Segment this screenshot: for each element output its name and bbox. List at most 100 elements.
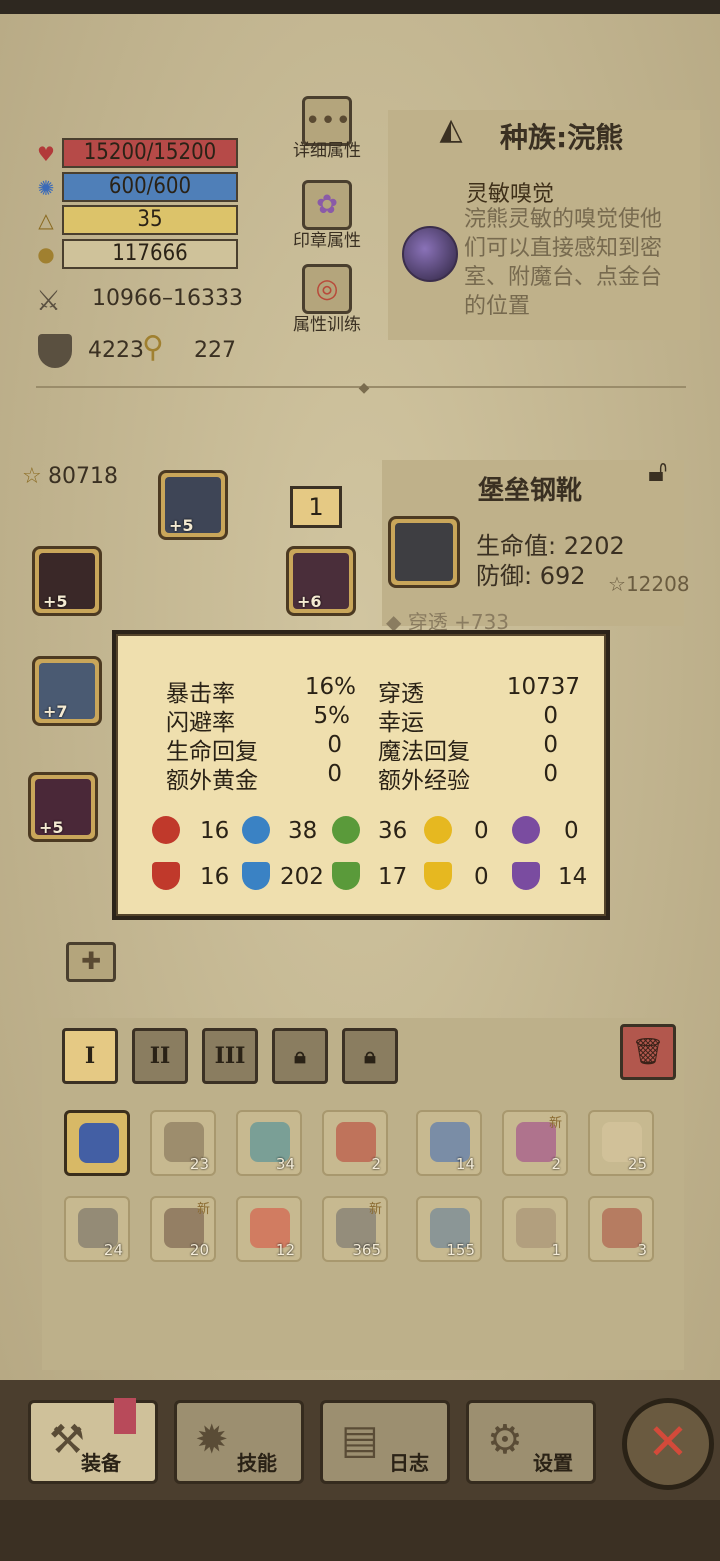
extra-gold-value: 0	[327, 761, 342, 787]
water-attack-icon	[242, 816, 270, 844]
attribute-popup[interactable]: 暴击率 16% 穿透 10737 闪避率 5% 幸运 0 生命回复 0 魔法回复…	[112, 630, 610, 920]
bookmark-ribbon	[114, 1398, 136, 1434]
dots-icon: •••	[305, 106, 352, 136]
item-title: 堡垒钢靴	[477, 476, 582, 506]
trash-button[interactable]: 🗑︎	[620, 1024, 676, 1080]
water-resist-value: 202	[280, 864, 324, 890]
level-value: 35	[137, 207, 163, 232]
attribute-training-label: 属性训练	[293, 315, 361, 335]
inventory-slot[interactable]: 1	[502, 1196, 568, 1262]
close-icon: ✕	[647, 1413, 689, 1471]
helmet-level: +5	[169, 516, 194, 535]
item-count: 365	[352, 1241, 381, 1259]
close-button[interactable]: ✕	[622, 1398, 714, 1490]
item-count: 3	[637, 1241, 647, 1259]
lock-icon: 🔒︎	[364, 1043, 376, 1069]
inventory-slot[interactable]: 25	[588, 1110, 654, 1176]
inventory-tab-3[interactable]: III	[202, 1028, 258, 1084]
item-count: 14	[455, 1155, 475, 1173]
armor-slot[interactable]: +5	[28, 772, 98, 842]
hp-bar: 15200/15200	[62, 138, 238, 168]
inventory-slot[interactable]	[64, 1110, 130, 1176]
mp-bar: 600/600	[62, 172, 238, 202]
weapon-slot[interactable]: +7	[32, 656, 102, 726]
dark-resist-value: 14	[558, 864, 588, 890]
dark-resist-icon	[512, 862, 540, 890]
item-count: 34	[275, 1155, 295, 1173]
inventory-tab-locked-1[interactable]: 🔒︎	[272, 1028, 328, 1084]
inventory-tab-1[interactable]: I	[62, 1028, 118, 1084]
dark-attack-icon	[512, 816, 540, 844]
nav-settings-button[interactable]: ⚙ 设置	[466, 1400, 596, 1484]
inventory-slot[interactable]: 23	[150, 1110, 216, 1176]
hp-value: 15200/15200	[83, 140, 217, 165]
water-resist-icon	[242, 862, 270, 890]
inventory-tab-2[interactable]: II	[132, 1028, 188, 1084]
trait-name: 灵敏嗅觉	[466, 182, 555, 207]
trait-description: 浣熊灵敏的嗅觉使他们可以直接感知到密室、附魔台、点金台的位置	[464, 207, 663, 319]
raccoon-trait-icon[interactable]	[402, 226, 458, 282]
item-score: ☆12208	[608, 572, 690, 596]
shield-icon	[38, 334, 72, 368]
weapon-level: +7	[43, 702, 68, 721]
inventory-slot[interactable]: 34	[236, 1110, 302, 1176]
inventory-slot[interactable]: 12	[236, 1196, 302, 1262]
divider-ornament: ◆	[358, 380, 370, 396]
nav-log-button[interactable]: ▤ 日志	[320, 1400, 450, 1484]
light-attack-icon	[424, 816, 452, 844]
axe-icon: ⚒	[49, 1417, 85, 1463]
steel-boots-icon	[395, 523, 453, 581]
nav-equip-label: 装备	[81, 1451, 121, 1475]
inventory-slot[interactable]: 2	[322, 1110, 388, 1176]
item-count: 24	[103, 1241, 123, 1259]
inventory-tab-locked-2[interactable]: 🔒︎	[342, 1028, 398, 1084]
nav-skill-button[interactable]: ✹ 技能	[174, 1400, 304, 1484]
helmet-slot[interactable]: +5	[158, 470, 228, 540]
fire-attack-value: 16	[200, 818, 230, 844]
red-potion-icon	[336, 1122, 376, 1162]
fire-resist-value: 16	[200, 864, 230, 890]
luck-value: 0	[543, 703, 558, 729]
equipped-helmet-icon	[79, 1123, 119, 1163]
cloak-slot[interactable]: +5	[32, 546, 102, 616]
inventory-slot[interactable]: 3	[588, 1196, 654, 1262]
item-defense: 防御: 692	[476, 562, 586, 590]
unlock-icon[interactable]: 🔓︎	[648, 454, 667, 489]
attack-sep: –	[162, 286, 173, 311]
mp-value: 600/600	[108, 174, 192, 199]
inventory-slot[interactable]: 155	[416, 1196, 482, 1262]
hp-regen-value: 0	[327, 732, 342, 758]
gold-value: 117666	[112, 241, 188, 266]
raccoon-icon: ◭	[439, 112, 463, 147]
inventory-slot[interactable]: 新2	[502, 1110, 568, 1176]
slot-number-badge[interactable]: 1	[290, 486, 342, 528]
inventory-slot[interactable]: 新 20	[150, 1196, 216, 1262]
item-count: 155	[446, 1241, 475, 1259]
item-count: 1	[551, 1241, 561, 1259]
cloak-level: +5	[43, 592, 68, 611]
new-badge: 新	[196, 1202, 210, 1217]
fire-attack-icon	[152, 816, 180, 844]
bottom-strap	[0, 1500, 720, 1561]
inventory-slot[interactable]: 24	[64, 1196, 130, 1262]
wind-resist-value: 17	[378, 864, 408, 890]
nav-log-label: 日志	[389, 1451, 429, 1475]
nav-equip-button[interactable]: ⚒ 装备	[28, 1400, 158, 1484]
inventory-slot[interactable]: 新 365	[322, 1196, 388, 1262]
add-slot-button[interactable]: ✚	[66, 942, 116, 982]
attribute-training-button[interactable]: ◎	[302, 264, 352, 314]
flower-icon: ✿	[316, 190, 338, 220]
lock-icon: 🔒︎	[294, 1043, 306, 1069]
attack-min: 10966	[92, 286, 162, 311]
extra-gold-label: 额外黄金	[166, 768, 258, 794]
mana-icon: ✺	[37, 176, 55, 200]
item-icon-frame	[388, 516, 460, 588]
top-edge	[0, 0, 720, 14]
seal-attributes-button[interactable]: ✿	[302, 180, 352, 230]
gear-icon: ⚙	[487, 1417, 523, 1463]
item-count: 2	[551, 1155, 561, 1173]
amulet-slot[interactable]: +6	[286, 546, 356, 616]
heart-icon: ♥	[37, 142, 55, 166]
level-bar: 35	[62, 205, 238, 235]
inventory-slot[interactable]: 14	[416, 1110, 482, 1176]
